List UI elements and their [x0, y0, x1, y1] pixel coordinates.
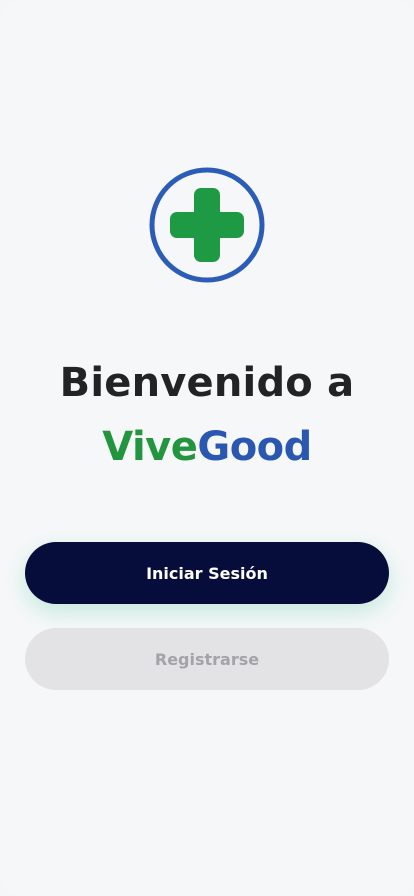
login-button[interactable]: Iniciar Sesión — [25, 542, 389, 604]
welcome-screen: Bienvenido a ViveGood Iniciar Sesión Reg… — [0, 0, 414, 896]
brand-name-part2: Good — [197, 424, 312, 470]
medical-cross-icon — [149, 167, 265, 283]
register-button[interactable]: Registrarse — [25, 628, 389, 690]
brand-name-part1: Vive — [102, 424, 198, 470]
welcome-heading: Bienvenido a — [59, 360, 355, 406]
app-logo — [148, 166, 266, 284]
brand-name: ViveGood — [0, 424, 414, 470]
